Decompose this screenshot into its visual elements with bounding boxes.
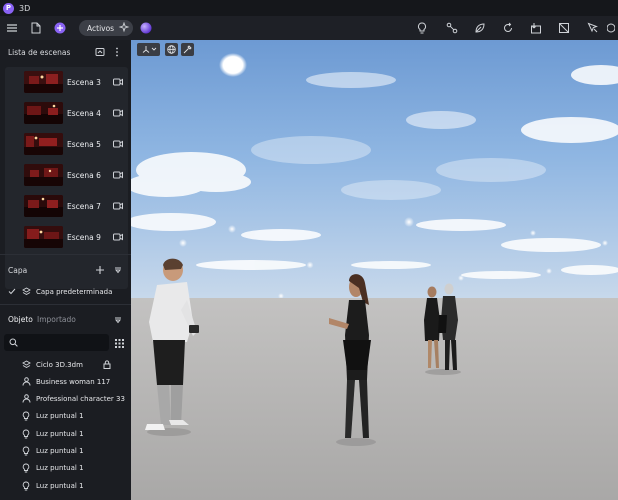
scene-label: Escena 5 (67, 139, 101, 149)
object-item[interactable]: Luz puntual 1 (0, 407, 131, 424)
bulb-icon (22, 481, 30, 491)
add-icon[interactable] (51, 19, 69, 37)
globe-icon[interactable] (165, 43, 178, 56)
search-input[interactable] (4, 334, 109, 351)
layer-item[interactable]: Capa predeterminada (0, 283, 131, 300)
scene-thumbnail (24, 226, 63, 248)
object-label: Luz puntual 1 (36, 429, 84, 438)
eyedropper-icon[interactable] (181, 43, 194, 56)
object-label: Luz puntual 1 (36, 411, 84, 420)
camera-icon[interactable] (113, 78, 123, 86)
view-mode-button[interactable] (137, 43, 160, 56)
camera-icon[interactable] (113, 202, 123, 210)
import-icon[interactable] (527, 19, 545, 37)
layer-header: Capa (0, 259, 131, 281)
scene-item[interactable]: Escena 4 (5, 98, 128, 128)
scene-thumbnail (24, 164, 63, 186)
camera-icon[interactable] (113, 233, 123, 241)
scene-item[interactable]: Escena 9 (5, 222, 128, 252)
scene-item[interactable]: Escena 6 (5, 160, 128, 190)
bulb-icon (22, 446, 30, 456)
object-item[interactable]: Professional character 33 (0, 390, 131, 407)
assets-label: Activos (87, 23, 115, 33)
scene-list-title: Lista de escenas (8, 47, 71, 57)
object-label: Luz puntual 1 (36, 481, 84, 490)
more-icon[interactable] (604, 19, 618, 37)
object-item[interactable]: Luz puntual 1 (0, 425, 131, 442)
bulb-icon (22, 411, 30, 421)
left-panel: Lista de escenas Escena 3 Escena 4 Escen… (0, 40, 131, 500)
camera-icon[interactable] (113, 171, 123, 179)
assets-button[interactable]: Activos (79, 20, 133, 36)
object-label: Ciclo 3D.3dm (36, 360, 83, 369)
bulb-icon (22, 463, 30, 473)
leaf-icon[interactable] (471, 19, 489, 37)
scene-render (131, 40, 618, 500)
object-item[interactable]: Luz puntual 1 (0, 442, 131, 459)
object-item[interactable]: Luz puntual 1 (0, 459, 131, 476)
layers-icon (22, 287, 31, 296)
orb-icon[interactable] (137, 19, 155, 37)
menu-icon[interactable] (3, 19, 21, 37)
no-image-icon[interactable] (555, 19, 573, 37)
camera-icon[interactable] (113, 140, 123, 148)
bulb-icon (22, 429, 30, 439)
refresh-icon[interactable] (499, 19, 517, 37)
object-label: Luz puntual 1 (36, 463, 84, 472)
scene-item[interactable]: Escena 3 (5, 67, 128, 97)
3d-viewport[interactable] (131, 40, 618, 500)
camera-icon[interactable] (113, 109, 123, 117)
check-icon[interactable] (8, 288, 16, 295)
app-title: 3D (19, 3, 31, 13)
search-icon (9, 338, 18, 347)
layer-title: Capa (8, 265, 28, 275)
tab-imported[interactable]: Importado (37, 315, 76, 324)
new-file-icon[interactable] (27, 19, 45, 37)
sparkle-icon[interactable] (118, 22, 130, 34)
scene-list: Escena 3 Escena 4 Escena 5 Escena 6 Esce… (5, 67, 128, 289)
scene-more-icon[interactable] (115, 47, 119, 57)
person-icon (22, 377, 31, 386)
app-logo-icon: P (3, 2, 14, 14)
save-scene-icon[interactable] (95, 47, 105, 57)
scene-thumbnail (24, 195, 63, 217)
cursor-icon[interactable] (584, 19, 602, 37)
scene-thumbnail (24, 102, 63, 124)
object-label: Business woman 117 (36, 377, 111, 386)
object-filter-icon[interactable] (114, 316, 122, 324)
scene-label: Escena 3 (67, 77, 101, 87)
divider (0, 304, 131, 305)
layers-icon (22, 360, 31, 369)
grid-view-icon[interactable] (115, 339, 124, 348)
scene-label: Escena 4 (67, 108, 101, 118)
light-bulb-icon[interactable] (413, 19, 431, 37)
divider (0, 254, 131, 255)
object-item[interactable]: Business woman 117 (0, 373, 131, 390)
scene-item[interactable]: Escena 5 (5, 129, 128, 159)
scene-thumbnail (24, 133, 63, 155)
lock-icon[interactable] (103, 360, 111, 369)
scene-label: Escena 7 (67, 201, 101, 211)
scene-label: Escena 6 (67, 170, 101, 180)
title-bar: P 3D (0, 0, 618, 16)
scene-item[interactable]: Escena 7 (5, 191, 128, 221)
scene-thumbnail (24, 71, 63, 93)
object-item[interactable]: Luz puntual 1 (0, 477, 131, 494)
object-label: Professional character 33 (36, 394, 125, 403)
object-item[interactable]: Ciclo 3D.3dm (0, 356, 131, 373)
add-layer-icon[interactable] (95, 265, 105, 275)
object-label: Luz puntual 1 (36, 446, 84, 455)
layer-label: Capa predeterminada (36, 287, 113, 296)
scene-label: Escena 9 (67, 232, 101, 242)
scene-list-header: Lista de escenas (0, 41, 131, 63)
person-icon (22, 394, 31, 403)
layer-filter-icon[interactable] (114, 266, 122, 274)
node-link-icon[interactable] (443, 19, 461, 37)
tab-object[interactable]: Objeto (8, 315, 33, 324)
main-toolbar: Activos (0, 16, 618, 40)
